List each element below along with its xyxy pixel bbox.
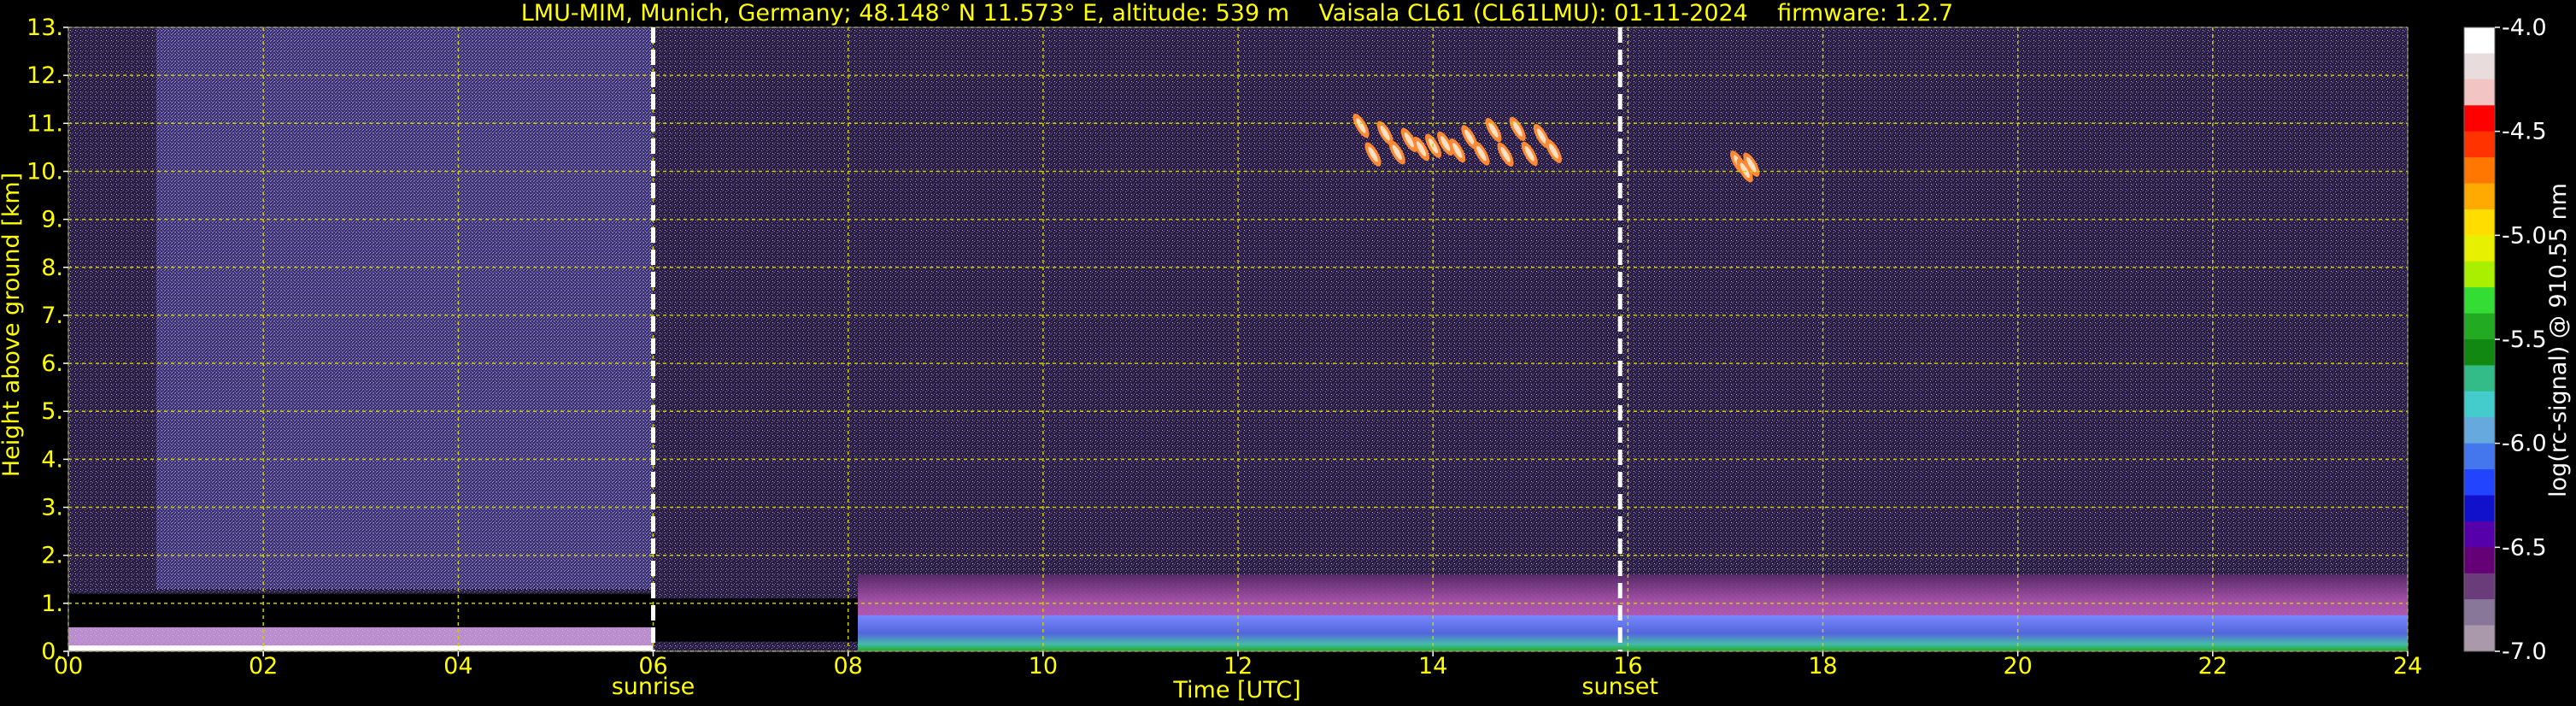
colorbar-tick-label: -6.5 <box>2502 534 2547 561</box>
colorbar-segment <box>2464 547 2495 574</box>
x-axis-ticks: 00 02 04 06 08 10 12 14 16 18 20 22 24 <box>54 651 2422 680</box>
x-tick-label: 22 <box>2198 653 2227 680</box>
colorbar-tick-label: -4.5 <box>2502 119 2547 145</box>
x-tick-label: 20 <box>2003 653 2032 680</box>
surface-layer <box>858 615 2409 651</box>
colorbar-tick-label: -5.0 <box>2502 222 2547 249</box>
y-tick-label: 13. <box>26 15 63 41</box>
x-tick-label: 16 <box>1613 653 1642 680</box>
colorbar-tick-label: -5.5 <box>2502 327 2547 353</box>
x-tick-label: 10 <box>1029 653 1058 680</box>
colorbar-segment <box>2464 521 2495 548</box>
low-signal-gap <box>68 593 654 627</box>
y-axis-ticks: 0.1.2.3.4.5.6.7.8.9.10.11.12.13. <box>26 15 68 665</box>
ceilometer-chart: sunrise sunset 0.1.2.3.4.5.6.7.8.9.10.11.… <box>0 0 2572 703</box>
y-tick-label: 9. <box>41 207 63 233</box>
x-tick-label: 04 <box>443 653 472 680</box>
x-tick-label: 00 <box>54 653 83 680</box>
colorbar-segment <box>2464 157 2495 184</box>
colorbar-segment <box>2464 391 2495 418</box>
colorbar: -4.0 -4.5 -5.0 -5.5 -6.0 -6.5 -7.0 <box>2463 15 2547 665</box>
colorbar-segment <box>2464 599 2495 627</box>
y-axis-label: Height above ground [km] <box>0 173 25 477</box>
y-tick-label: 7. <box>41 303 63 329</box>
colorbar-segment <box>2464 573 2495 600</box>
y-tick-label: 6. <box>41 350 63 377</box>
colorbar-segment <box>2464 469 2495 496</box>
colorbar-segment <box>2464 339 2495 366</box>
y-tick-label: 8. <box>41 255 63 281</box>
colorbar-segment <box>2464 183 2495 210</box>
colorbar-segment <box>2464 365 2495 392</box>
y-tick-label: 4. <box>41 446 63 473</box>
colorbar-segment <box>2464 261 2495 288</box>
colorbar-label: log(rc-signal) @ 910.55 nm <box>2545 183 2572 497</box>
colorbar-segment <box>2464 131 2495 158</box>
colorbar-segment <box>2464 495 2495 522</box>
y-tick-label: 11. <box>26 110 63 137</box>
x-tick-label: 18 <box>1808 653 1837 680</box>
y-tick-label: 2. <box>41 543 63 569</box>
high-noise-band <box>155 27 654 589</box>
colorbar-segment <box>2464 443 2495 470</box>
colorbar-segment <box>2464 27 2495 54</box>
colorbar-segment <box>2464 235 2495 262</box>
colorbar-tick-label: -6.0 <box>2502 431 2547 457</box>
chart-title: LMU-MIM, Munich, Germany; 48.148° N 11.5… <box>521 0 1954 26</box>
colorbar-tick-label: -7.0 <box>2502 638 2547 665</box>
colorbar-segment <box>2464 105 2495 132</box>
y-tick-label: 12. <box>26 62 63 89</box>
colorbar-segment <box>2464 287 2495 315</box>
colorbar-segment <box>2464 417 2495 444</box>
y-tick-label: 10. <box>26 158 63 185</box>
x-tick-label: 06 <box>638 653 667 680</box>
plot-area <box>68 27 2408 651</box>
colorbar-segment <box>2464 53 2495 80</box>
y-tick-label: 3. <box>41 495 63 521</box>
x-tick-label: 02 <box>249 653 278 680</box>
x-tick-label: 14 <box>1418 653 1447 680</box>
y-tick-label: 5. <box>41 398 63 425</box>
colorbar-tick-label: -4.0 <box>2502 15 2547 41</box>
x-tick-label: 12 <box>1223 653 1253 680</box>
colorbar-segment <box>2464 313 2495 340</box>
x-tick-label: 24 <box>2393 653 2422 680</box>
colorbar-segment <box>2464 79 2495 106</box>
x-tick-label: 08 <box>833 653 862 680</box>
x-axis-label: Time [UTC] <box>1172 677 1300 703</box>
low-signal-gap <box>653 598 859 642</box>
fog-base <box>68 645 654 651</box>
colorbar-segment <box>2464 625 2495 652</box>
y-tick-label: 1. <box>41 591 63 617</box>
colorbar-segment <box>2464 209 2495 236</box>
